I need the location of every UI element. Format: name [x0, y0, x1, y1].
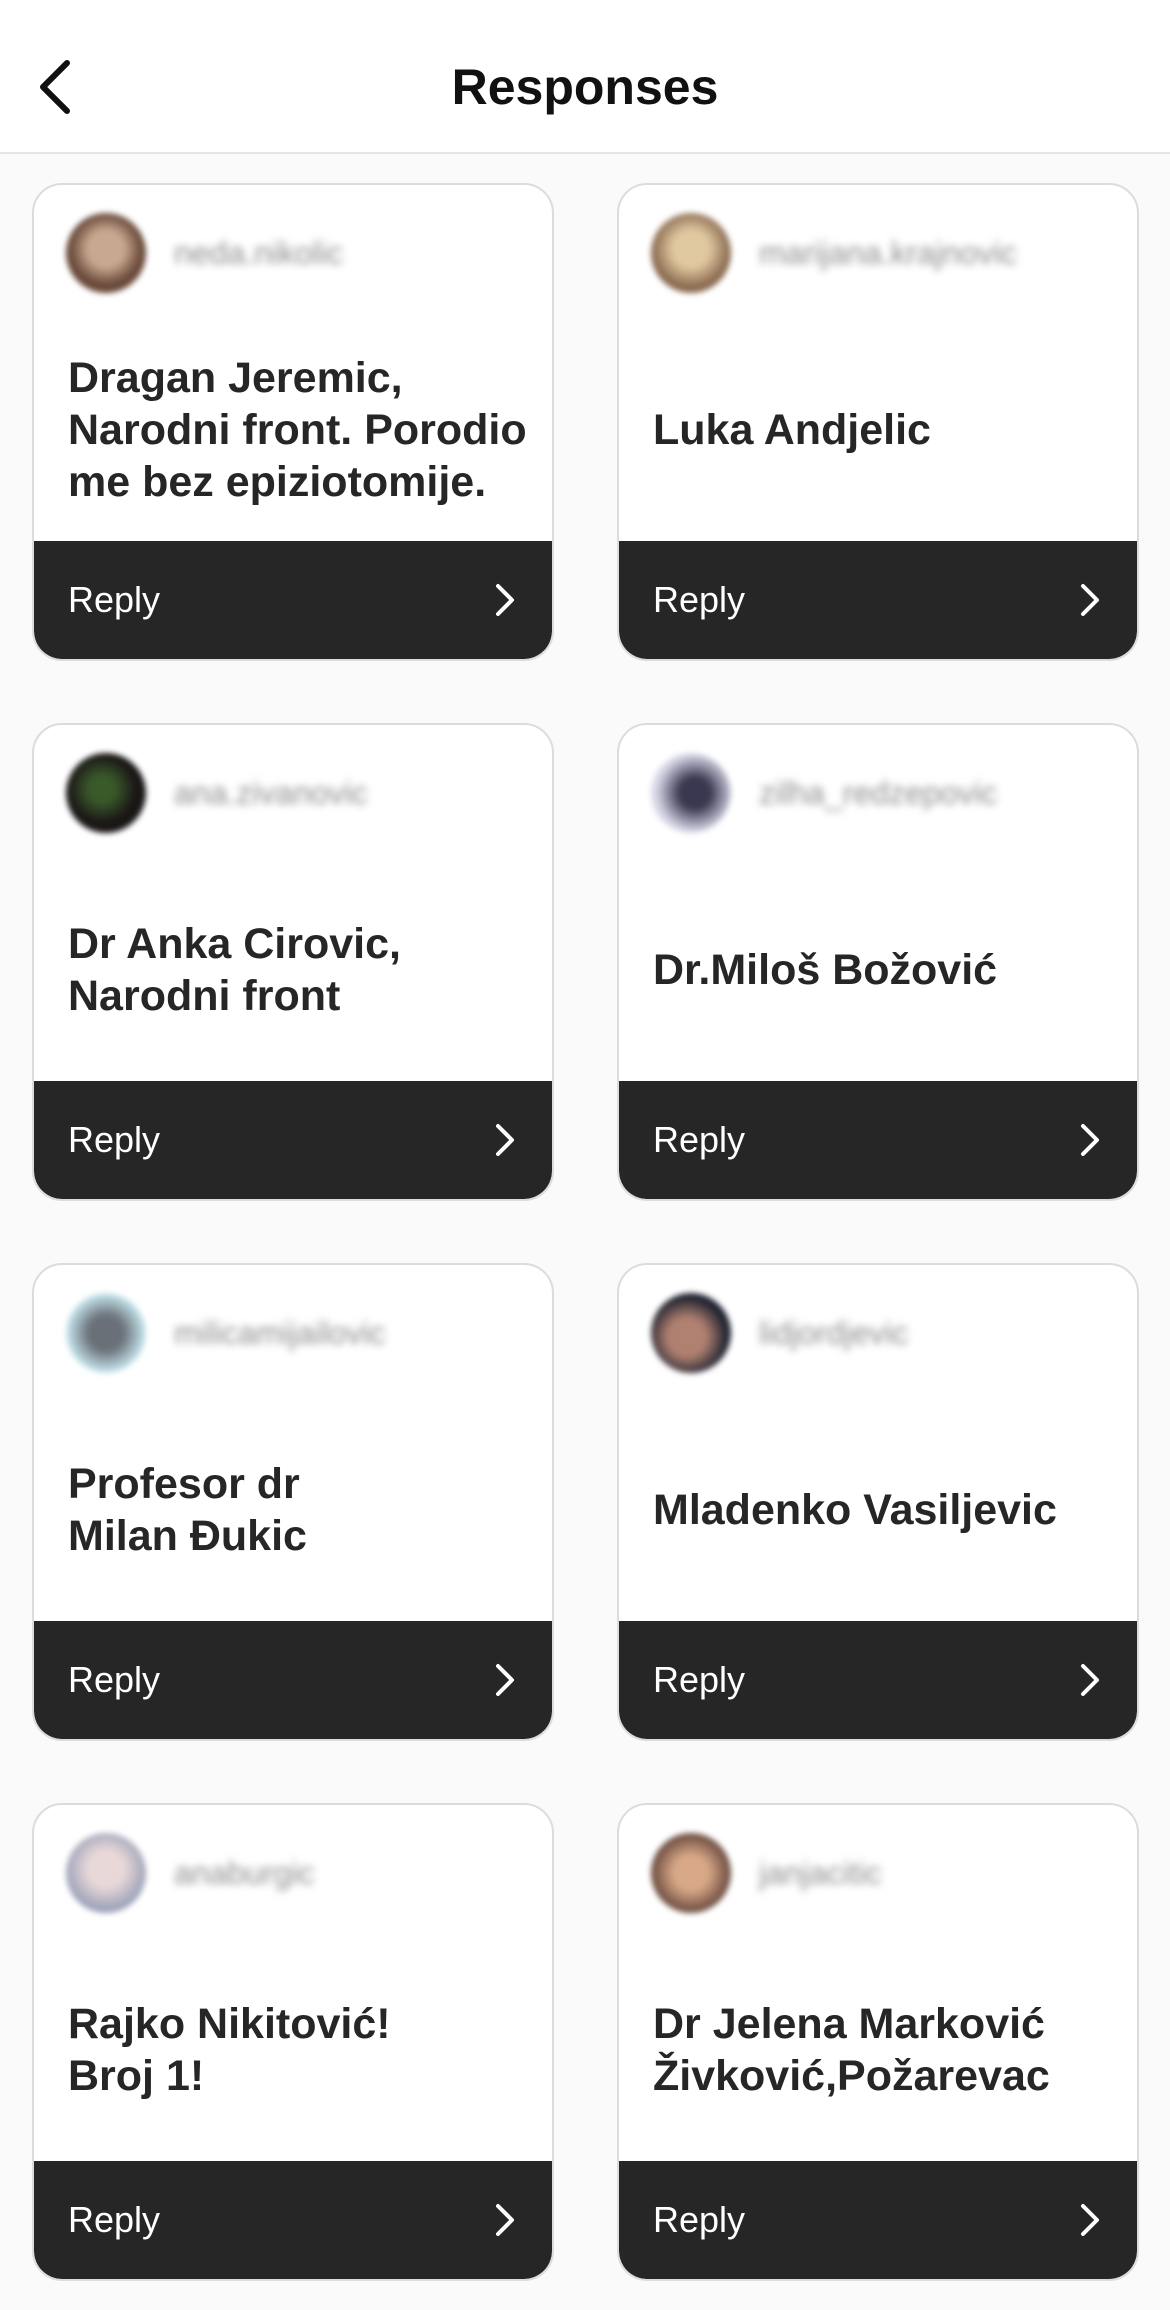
reply-label: Reply — [68, 2199, 161, 2240]
response-card: zilha_redzepovic Dr.Miloš Božović Reply — [617, 723, 1139, 1201]
response-text: Luka Andjelic — [653, 406, 931, 454]
avatar[interactable] — [66, 213, 146, 293]
reply-label: Reply — [653, 2199, 746, 2240]
reply-button[interactable]: Reply — [34, 1621, 552, 1739]
response-card: marijana.krajnovic Luka Andjelic Reply — [617, 183, 1139, 661]
chevron-right-icon — [490, 2200, 520, 2240]
avatar[interactable] — [66, 753, 146, 833]
username[interactable]: janjacitic — [759, 1857, 882, 1889]
chevron-right-icon — [1075, 580, 1105, 620]
response-text: Dr Anka Cirovic, Narodni front — [68, 920, 401, 1020]
username[interactable]: anaburgic — [174, 1857, 315, 1889]
reply-button[interactable]: Reply — [619, 541, 1137, 659]
response-card: ana.zivanovic Dr Anka Cirovic, Narodni f… — [32, 723, 554, 1201]
response-card: anaburgic Rajko Nikitović! Broj 1! Reply — [32, 1803, 554, 2281]
avatar[interactable] — [651, 1293, 731, 1373]
username[interactable]: ana.zivanovic — [174, 777, 368, 809]
reply-label: Reply — [68, 1659, 161, 1700]
avatar[interactable] — [651, 753, 731, 833]
reply-label: Reply — [68, 579, 161, 620]
response-text: Mladenko Vasiljevic — [653, 1486, 1057, 1534]
reply-button[interactable]: Reply — [619, 1081, 1137, 1199]
chevron-right-icon — [1075, 1120, 1105, 1160]
avatar[interactable] — [651, 1833, 731, 1913]
reply-label: Reply — [68, 1119, 161, 1160]
response-card: milicamijailovic Profesor dr Milan Đukic… — [32, 1263, 554, 1741]
username[interactable]: neda.nikolic — [174, 237, 343, 269]
response-text: Rajko Nikitović! Broj 1! — [68, 2000, 391, 2100]
reply-button[interactable]: Reply — [34, 1081, 552, 1199]
reply-button[interactable]: Reply — [619, 2161, 1137, 2279]
chevron-right-icon — [490, 1660, 520, 1700]
reply-label: Reply — [653, 1659, 746, 1700]
response-card: lidjordjevic Mladenko Vasiljevic Reply — [617, 1263, 1139, 1741]
username[interactable]: lidjordjevic — [759, 1317, 908, 1349]
response-text: Profesor dr Milan Đukic — [68, 1460, 307, 1560]
reply-button[interactable]: Reply — [34, 2161, 552, 2279]
response-text: Dragan Jeremic, Narodni front. Porodio m… — [68, 354, 527, 506]
username[interactable]: zilha_redzepovic — [759, 777, 997, 809]
reply-label: Reply — [653, 579, 746, 620]
responses-grid: neda.nikolic Dragan Jeremic, Narodni fro… — [0, 0, 1170, 2310]
response-text: Dr.Miloš Božović — [653, 946, 998, 994]
avatar[interactable] — [66, 1833, 146, 1913]
chevron-right-icon — [490, 580, 520, 620]
response-card: neda.nikolic Dragan Jeremic, Narodni fro… — [32, 183, 554, 661]
response-text: Dr Jelena Marković Živković,Požarevac — [653, 2000, 1050, 2100]
username[interactable]: marijana.krajnovic — [759, 237, 1017, 269]
avatar[interactable] — [66, 1293, 146, 1373]
reply-button[interactable]: Reply — [619, 1621, 1137, 1739]
reply-label: Reply — [653, 1119, 746, 1160]
response-card: janjacitic Dr Jelena Marković Živković,P… — [617, 1803, 1139, 2281]
chevron-right-icon — [490, 1120, 520, 1160]
reply-button[interactable]: Reply — [34, 541, 552, 659]
chevron-right-icon — [1075, 1660, 1105, 1700]
username[interactable]: milicamijailovic — [174, 1317, 386, 1349]
chevron-right-icon — [1075, 2200, 1105, 2240]
avatar[interactable] — [651, 213, 731, 293]
